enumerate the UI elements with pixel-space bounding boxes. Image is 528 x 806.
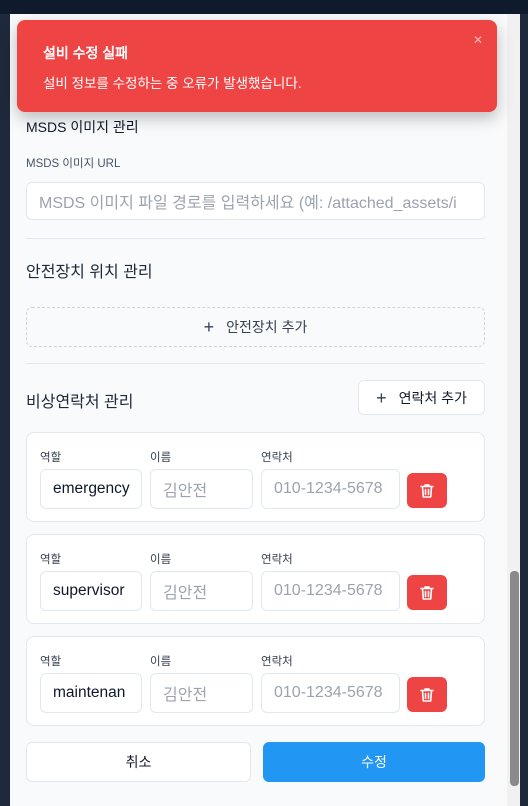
name-input[interactable]: 김안전: [150, 673, 253, 713]
delete-contact-button[interactable]: [407, 575, 447, 610]
toast-title: 설비 수정 실패: [43, 45, 129, 61]
delete-contact-button[interactable]: [407, 473, 447, 508]
emergency-section-title: 비상연락처 관리: [26, 394, 134, 411]
phone-input[interactable]: 010-1234-5678: [261, 469, 400, 509]
name-input[interactable]: 김안전: [150, 571, 253, 611]
role-input[interactable]: emergency: [40, 469, 142, 509]
msds-url-label: MSDS 이미지 URL: [26, 158, 121, 170]
safety-section-title: 안전장치 위치 관리: [26, 264, 153, 281]
top-bar: [0, 0, 528, 14]
role-input[interactable]: maintenan: [40, 673, 142, 713]
phone-input[interactable]: 010-1234-5678: [261, 673, 400, 713]
add-safety-device-button[interactable]: + 안전장치 추가: [26, 307, 485, 347]
phone-label: 연락처: [261, 452, 293, 464]
trash-icon: [420, 483, 434, 498]
divider: [26, 363, 485, 364]
scrollbar-thumb[interactable]: [510, 571, 519, 786]
name-label: 이름: [150, 554, 172, 566]
cancel-button[interactable]: 취소: [26, 742, 251, 782]
trash-icon: [420, 585, 434, 600]
phone-label: 연락처: [261, 656, 293, 668]
trash-icon: [420, 687, 434, 702]
delete-contact-button[interactable]: [407, 677, 447, 712]
plus-icon: +: [376, 387, 387, 408]
msds-url-input[interactable]: MSDS 이미지 파일 경로를 입력하세요 (예: /attached_asse…: [26, 182, 485, 220]
contact-card: 역할 이름 연락처 supervisor 김안전 010-1234-5678: [26, 534, 485, 624]
role-label: 역할: [40, 554, 62, 566]
name-label: 이름: [150, 452, 172, 464]
role-input[interactable]: supervisor: [40, 571, 142, 611]
submit-button[interactable]: 수정: [263, 742, 485, 782]
add-safety-device-label: 안전장치 추가: [226, 319, 308, 335]
error-toast: 설비 수정 실패 설비 정보를 수정하는 중 오류가 발생했습니다. ✕: [17, 20, 497, 112]
name-input[interactable]: 김안전: [150, 469, 253, 509]
contact-card: 역할 이름 연락처 emergency 김안전 010-1234-5678: [26, 432, 485, 522]
role-label: 역할: [40, 656, 62, 668]
add-contact-label: 연락처 추가: [398, 389, 467, 406]
divider: [26, 238, 485, 239]
phone-label: 연락처: [261, 554, 293, 566]
name-label: 이름: [150, 656, 172, 668]
role-label: 역할: [40, 452, 62, 464]
add-contact-button[interactable]: + 연락처 추가: [358, 380, 485, 415]
toast-description: 설비 정보를 수정하는 중 오류가 발생했습니다.: [43, 76, 302, 91]
close-icon[interactable]: ✕: [468, 30, 488, 50]
contact-card: 역할 이름 연락처 maintenan 김안전 010-1234-5678: [26, 636, 485, 726]
msds-section-title: MSDS 이미지 관리: [26, 119, 139, 135]
plus-icon: +: [203, 317, 215, 337]
phone-input[interactable]: 010-1234-5678: [261, 571, 400, 611]
